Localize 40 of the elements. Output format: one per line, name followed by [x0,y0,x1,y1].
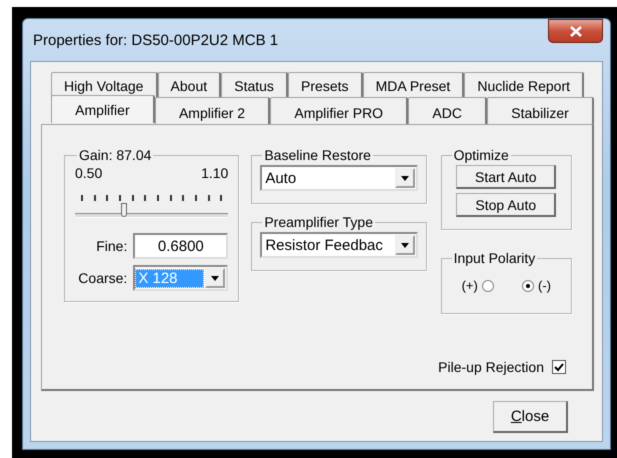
dropdown-arrow-icon [211,276,220,280]
slider-thumb[interactable] [121,203,128,217]
tab[interactable]: Amplifier 2 [154,97,270,124]
dropdown-arrow-icon [400,242,409,248]
tab[interactable]: Nuclide Report [464,72,584,97]
group-title: Input Polarity [452,250,536,266]
tab[interactable]: Presets [288,72,363,97]
close-icon [568,26,582,36]
group-title: Gain: 87.04 [78,147,152,163]
tab[interactable]: ADC [408,97,488,124]
scale-label: 0.50 [75,165,102,181]
gain-slider[interactable] [75,203,228,219]
field-label: Coarse: [78,270,128,286]
group-title: Preamplifier Type [263,214,374,230]
field-label: Fine: [96,238,128,254]
tab[interactable]: MDA Preset [362,72,464,97]
auto-button[interactable]: Stop Auto [456,193,556,217]
radio-button[interactable] [482,280,494,292]
scale-label: 1.10 [201,165,228,181]
window-title: Properties for: DS50-00P2U2 MCB 1 [32,32,278,48]
radio-label: (-) [538,278,551,293]
baseline-dropdown[interactable]: Auto [260,165,418,191]
checkbox-label: Pile-up Rejection [438,359,544,375]
tab[interactable]: High Voltage [51,72,158,97]
group-title: Optimize [452,147,510,163]
fine-input[interactable]: 0.6800 [133,233,228,259]
preamplifier-dropdown[interactable]: Resistor Feedbac [260,232,418,258]
checkbox[interactable] [552,360,566,374]
close-button[interactable] [548,19,603,43]
dropdown-arrow-icon [400,176,409,180]
auto-button[interactable]: Start Auto [456,165,556,189]
tab[interactable]: About [158,72,222,97]
close-button[interactable]: Close [493,401,568,433]
tab[interactable]: Amplifier PRO [270,97,408,124]
radio-label: (+) [462,278,478,293]
tab[interactable]: Stabilizer [487,97,594,124]
tab[interactable]: Status [221,72,288,97]
radio-button[interactable] [522,280,534,292]
tab[interactable]: Amplifier [51,95,155,123]
group-title: Baseline Restore [263,147,372,163]
